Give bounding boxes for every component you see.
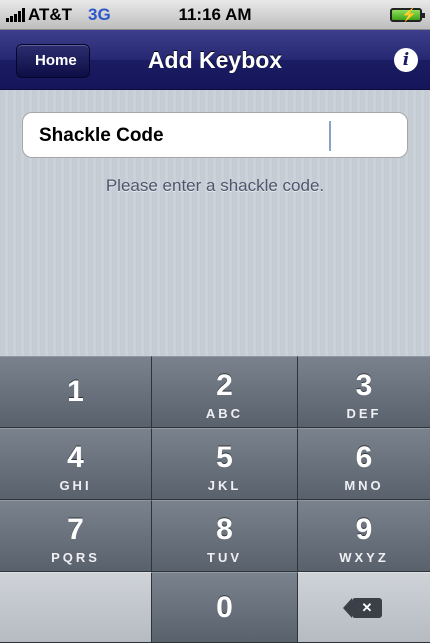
navigation-bar: Home Add Keybox i: [0, 30, 430, 90]
key-7[interactable]: 7 PQRS: [0, 500, 152, 572]
text-cursor: [329, 121, 331, 151]
key-letters: ABC: [205, 406, 244, 421]
status-time: 11:16 AM: [178, 5, 252, 24]
status-bar: AT&T 3G 11:16 AM ⚡: [0, 0, 430, 30]
backspace-icon: ✕: [343, 597, 382, 618]
key-digit: 1: [67, 375, 84, 408]
key-letters: JKL: [207, 478, 242, 493]
page-title: Add Keybox: [147, 47, 283, 73]
battery-charging-icon: ⚡: [390, 7, 425, 22]
key-digit: 0: [216, 591, 233, 624]
key-letters: TUV: [207, 550, 242, 565]
hint-text: Please enter a shackle code.: [105, 176, 325, 195]
key-blank: [0, 572, 152, 643]
key-digit: 7: [67, 513, 84, 546]
key-0[interactable]: 0: [152, 572, 298, 643]
form-area: Shackle Code Please enter a shackle code…: [0, 90, 430, 356]
key-digit: 8: [216, 513, 233, 546]
key-4[interactable]: 4 GHI: [0, 428, 152, 500]
key-letters: MNO: [344, 478, 384, 493]
key-3[interactable]: 3 DEF: [298, 356, 430, 428]
key-9[interactable]: 9 WXYZ: [298, 500, 430, 572]
info-icon[interactable]: i: [394, 48, 418, 72]
key-letters: DEF: [346, 406, 382, 421]
key-5[interactable]: 5 JKL: [152, 428, 298, 500]
key-1[interactable]: 1: [0, 356, 152, 428]
key-digit: 6: [355, 441, 373, 474]
key-digit: 2: [216, 369, 233, 402]
shackle-code-label: Shackle Code: [39, 125, 164, 146]
key-letters: PQRS: [51, 550, 100, 565]
shackle-code-field[interactable]: Shackle Code: [22, 112, 408, 158]
key-digit: 5: [216, 441, 233, 474]
key-digit: 4: [67, 441, 84, 474]
key-8[interactable]: 8 TUV: [152, 500, 298, 572]
key-digit: 9: [355, 513, 373, 546]
shackle-code-input[interactable]: [203, 119, 397, 153]
key-digit: 3: [355, 369, 373, 402]
delete-key[interactable]: ✕: [298, 572, 430, 643]
key-2[interactable]: 2 ABC: [152, 356, 298, 428]
key-letters: GHI: [59, 478, 92, 493]
key-6[interactable]: 6 MNO: [298, 428, 430, 500]
key-letters: WXYZ: [339, 550, 389, 565]
numeric-keypad: 1 2 ABC 3 DEF 4 GHI 5 JKL 6 MNO 7 PQRS 8 TUV 9 W…: [0, 356, 430, 643]
